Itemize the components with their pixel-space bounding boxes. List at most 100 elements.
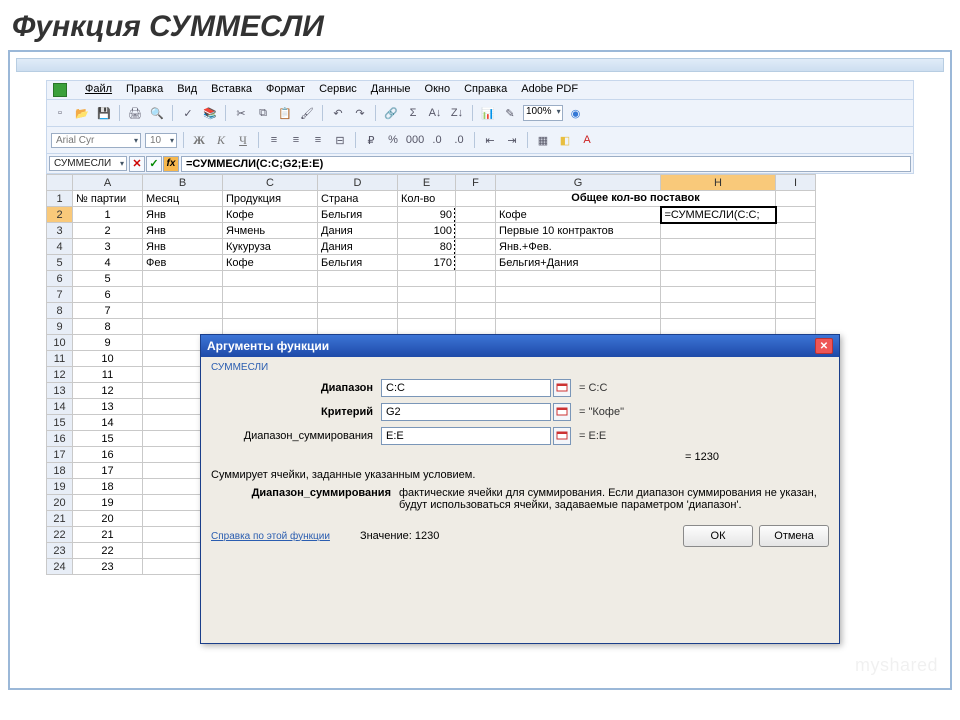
cell[interactable] (661, 239, 776, 255)
collapse-dialog-icon[interactable] (553, 427, 571, 445)
cell[interactable]: 19 (73, 495, 143, 511)
formula-input[interactable]: =СУММЕСЛИ(C:C;G2;E:E) (181, 156, 911, 172)
row-header-10[interactable]: 10 (47, 335, 73, 351)
cell[interactable] (496, 287, 661, 303)
cell[interactable]: Бельгия (318, 207, 398, 223)
cell[interactable]: Продукция (223, 191, 318, 207)
cell[interactable]: Дания (318, 239, 398, 255)
thousands-icon[interactable]: 000 (406, 131, 424, 149)
col-header-i[interactable]: I (776, 175, 816, 191)
cell[interactable]: Ячмень (223, 223, 318, 239)
cell[interactable] (456, 319, 496, 335)
cell[interactable] (456, 255, 496, 271)
row-header-18[interactable]: 18 (47, 463, 73, 479)
menu-view[interactable]: Вид (177, 83, 197, 97)
cell[interactable] (398, 271, 456, 287)
cell[interactable] (776, 319, 816, 335)
cell[interactable] (661, 271, 776, 287)
cell[interactable] (223, 287, 318, 303)
cell[interactable]: Бельгия+Дания (496, 255, 661, 271)
cell[interactable] (398, 303, 456, 319)
copy-icon[interactable]: ⧉ (254, 104, 272, 122)
cell[interactable] (456, 207, 496, 223)
collapse-dialog-icon[interactable] (553, 379, 571, 397)
cell[interactable]: Кукуруза (223, 239, 318, 255)
currency-icon[interactable]: ₽ (362, 131, 380, 149)
name-box[interactable]: СУММЕСЛИ (49, 156, 127, 171)
decrease-indent-icon[interactable]: ⇤ (481, 131, 499, 149)
cell[interactable] (456, 239, 496, 255)
cell[interactable] (223, 271, 318, 287)
select-all-corner[interactable] (47, 175, 73, 191)
dialog-titlebar[interactable]: Аргументы функции ✕ (201, 335, 839, 357)
arg-input-sumrange[interactable] (381, 427, 551, 445)
cell[interactable] (496, 303, 661, 319)
cell[interactable] (456, 271, 496, 287)
hyperlink-icon[interactable]: 🔗 (382, 104, 400, 122)
cell[interactable]: 90 (398, 207, 456, 223)
cell[interactable] (143, 319, 223, 335)
arg-input-range[interactable] (381, 379, 551, 397)
row-header-1[interactable]: 1 (47, 191, 73, 207)
paste-icon[interactable]: 📋 (276, 104, 294, 122)
menu-window[interactable]: Окно (425, 83, 451, 97)
cell[interactable] (318, 319, 398, 335)
cell[interactable] (318, 287, 398, 303)
row-header-22[interactable]: 22 (47, 527, 73, 543)
row-header-12[interactable]: 12 (47, 367, 73, 383)
cell[interactable]: 15 (73, 431, 143, 447)
cell[interactable] (776, 191, 816, 207)
cell[interactable] (456, 303, 496, 319)
insert-function-button[interactable]: fx (163, 156, 179, 172)
row-header-9[interactable]: 9 (47, 319, 73, 335)
cell[interactable] (661, 255, 776, 271)
col-header-h[interactable]: H (661, 175, 776, 191)
cell[interactable]: 11 (73, 367, 143, 383)
cell[interactable]: Кофе (223, 255, 318, 271)
borders-icon[interactable]: ▦ (534, 131, 552, 149)
col-header-f[interactable]: F (456, 175, 496, 191)
cell[interactable]: 21 (73, 527, 143, 543)
cell[interactable]: 2 (73, 223, 143, 239)
collapse-dialog-icon[interactable] (553, 403, 571, 421)
cell[interactable]: Янв (143, 223, 223, 239)
menu-format[interactable]: Формат (266, 83, 305, 97)
col-header-g[interactable]: G (496, 175, 661, 191)
cell[interactable] (661, 303, 776, 319)
cell[interactable]: 5 (73, 271, 143, 287)
drawing-icon[interactable]: ✎ (501, 104, 519, 122)
cancel-formula-button[interactable]: ✕ (129, 156, 145, 172)
row-header-20[interactable]: 20 (47, 495, 73, 511)
cell[interactable]: 10 (73, 351, 143, 367)
cell[interactable]: 13 (73, 399, 143, 415)
row-header-17[interactable]: 17 (47, 447, 73, 463)
row-header-19[interactable]: 19 (47, 479, 73, 495)
row-header-2[interactable]: 2 (47, 207, 73, 223)
cut-icon[interactable]: ✂ (232, 104, 250, 122)
print-icon[interactable]: 🖨 (126, 104, 144, 122)
bold-button[interactable]: Ж (190, 133, 208, 148)
italic-button[interactable]: К (212, 133, 230, 148)
menu-adobe-pdf[interactable]: Adobe PDF (521, 83, 578, 97)
cell[interactable] (661, 223, 776, 239)
cell[interactable] (661, 287, 776, 303)
cell-active[interactable]: =СУММЕСЛИ(C:C; (661, 207, 776, 223)
cell[interactable]: 170 (398, 255, 456, 271)
help-on-this-function-link[interactable]: Справка по этой функции (211, 531, 330, 542)
cell[interactable]: Кофе (496, 207, 661, 223)
cell[interactable] (456, 287, 496, 303)
cell[interactable]: Янв (143, 239, 223, 255)
cell[interactable]: № партии (73, 191, 143, 207)
cell[interactable] (143, 287, 223, 303)
col-header-d[interactable]: D (318, 175, 398, 191)
row-header-4[interactable]: 4 (47, 239, 73, 255)
menu-data[interactable]: Данные (371, 83, 411, 97)
cell[interactable]: Фев (143, 255, 223, 271)
font-color-icon[interactable]: A (578, 131, 596, 149)
cell[interactable] (661, 319, 776, 335)
cell[interactable]: Янв.+Фев. (496, 239, 661, 255)
font-size-combo[interactable]: 10 (145, 133, 177, 148)
row-header-14[interactable]: 14 (47, 399, 73, 415)
autosum-icon[interactable]: Σ (404, 104, 422, 122)
cell[interactable]: Дания (318, 223, 398, 239)
